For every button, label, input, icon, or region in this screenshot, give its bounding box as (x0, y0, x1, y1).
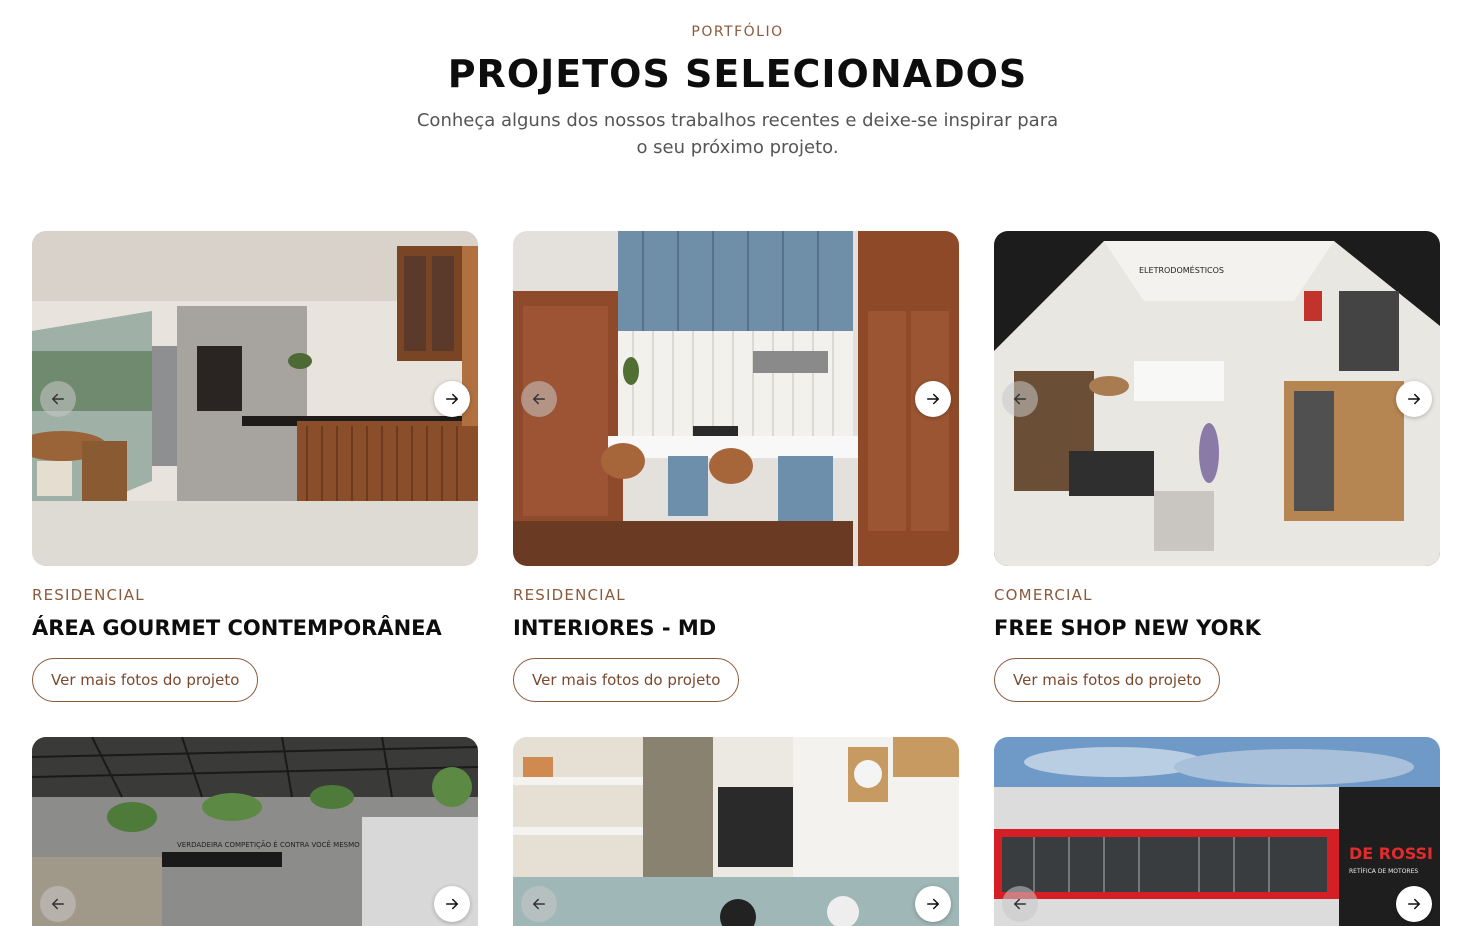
section-eyebrow: PORTFÓLIO (691, 24, 784, 40)
arrow-left-icon (532, 393, 545, 405)
project-card: RESIDENCIAL INTERIORES - MD Ver mais fot… (513, 231, 959, 702)
arrow-right-icon (927, 393, 940, 405)
project-category: RESIDENCIAL (32, 586, 145, 604)
arrow-right-icon (1408, 393, 1421, 405)
project-image-gallery[interactable] (513, 231, 959, 566)
project-photo: DE ROSSI RETÍFICA DE MOTORES (994, 737, 1440, 926)
gym-wall-text: VERDADEIRA COMPETIÇÃO É CONTRA VOCÊ MESM… (177, 840, 360, 849)
project-image-gallery[interactable]: VERDADEIRA COMPETIÇÃO É CONTRA VOCÊ MESM… (32, 737, 478, 926)
gallery-prev-button[interactable] (521, 886, 557, 922)
arrow-right-icon (446, 898, 459, 910)
section-title: PROJETOS SELECIONADOS (447, 52, 1028, 96)
gallery-prev-button[interactable] (40, 886, 76, 922)
project-card: DE ROSSI RETÍFICA DE MOTORES (994, 737, 1440, 926)
project-photo (513, 737, 959, 926)
project-category: RESIDENCIAL (513, 586, 626, 604)
view-more-photos-button[interactable]: Ver mais fotos do projeto (994, 658, 1221, 702)
view-more-photos-button[interactable]: Ver mais fotos do projeto (32, 658, 259, 702)
view-more-photos-button[interactable]: Ver mais fotos do projeto (513, 658, 740, 702)
gallery-prev-button[interactable] (521, 381, 557, 417)
project-photo (513, 231, 959, 566)
store-sign-text: ELETRODOMÉSTICOS (1139, 264, 1224, 275)
project-photo (32, 231, 478, 566)
arrow-left-icon (1013, 898, 1026, 910)
arrow-right-icon (446, 393, 459, 405)
project-image-gallery[interactable] (32, 231, 478, 566)
gallery-next-button[interactable] (434, 381, 470, 417)
arrow-left-icon (51, 898, 64, 910)
project-image-gallery[interactable] (513, 737, 959, 926)
project-card (513, 737, 959, 926)
gallery-next-button[interactable] (1396, 886, 1432, 922)
arrow-left-icon (532, 898, 545, 910)
project-photo: VERDADEIRA COMPETIÇÃO É CONTRA VOCÊ MESM… (32, 737, 478, 926)
arrow-left-icon (1013, 393, 1026, 405)
gallery-prev-button[interactable] (40, 381, 76, 417)
project-card: VERDADEIRA COMPETIÇÃO É CONTRA VOCÊ MESM… (32, 737, 478, 926)
gallery-next-button[interactable] (915, 886, 951, 922)
project-name: INTERIORES - MD (513, 616, 717, 640)
arrow-left-icon (51, 393, 64, 405)
gallery-next-button[interactable] (434, 886, 470, 922)
arrow-right-icon (927, 898, 940, 910)
arrow-right-icon (1408, 898, 1421, 910)
section-subtitle: Conheça alguns dos nossos trabalhos rece… (416, 110, 1059, 158)
project-image-gallery[interactable]: DE ROSSI RETÍFICA DE MOTORES (994, 737, 1440, 926)
project-name: ÁREA GOURMET CONTEMPORÂNEA (32, 616, 442, 640)
project-card: ELETRODOMÉSTICOS COMERCIAL FREE SHOP NEW… (994, 231, 1440, 702)
project-category: COMERCIAL (994, 586, 1093, 604)
gallery-next-button[interactable] (1396, 381, 1432, 417)
project-image-gallery[interactable]: ELETRODOMÉSTICOS (994, 231, 1440, 566)
building-sub-text: RETÍFICA DE MOTORES (1349, 868, 1418, 875)
project-name: FREE SHOP NEW YORK (994, 616, 1261, 640)
building-logo-text: DE ROSSI (1349, 844, 1433, 863)
gallery-next-button[interactable] (915, 381, 951, 417)
gallery-prev-button[interactable] (1002, 381, 1038, 417)
project-card: RESIDENCIAL ÁREA GOURMET CONTEMPORÂNEA V… (32, 231, 478, 702)
project-photo: ELETRODOMÉSTICOS (994, 231, 1440, 566)
gallery-prev-button[interactable] (1002, 886, 1038, 922)
